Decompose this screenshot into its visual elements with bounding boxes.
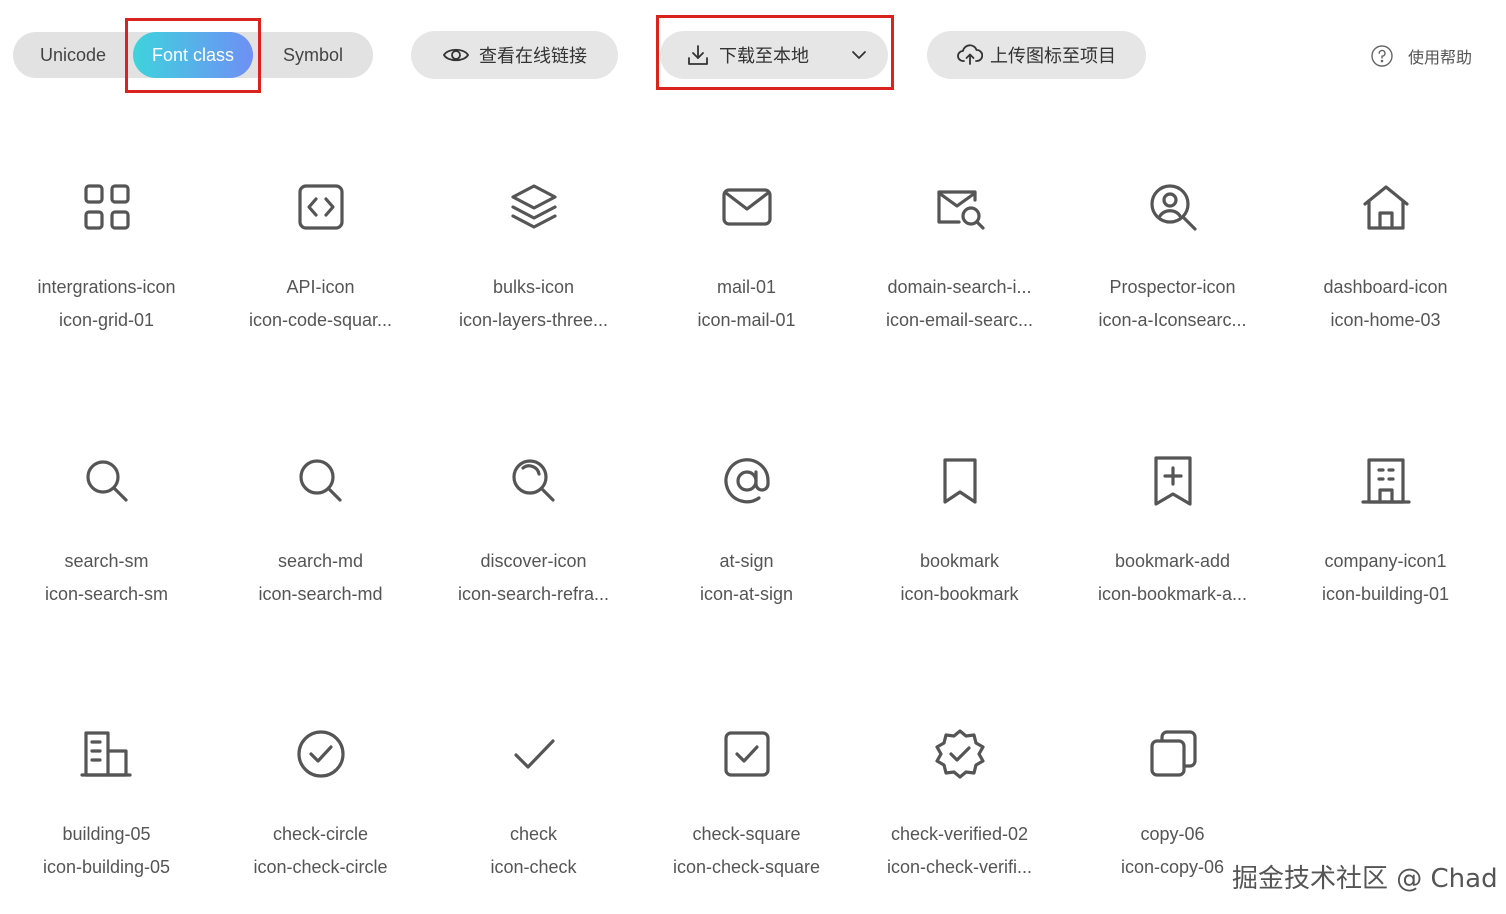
icon-class-name: icon-mail-01 [697, 310, 796, 330]
icon-card[interactable]: domain-search-i... icon-email-searc... [853, 178, 1066, 338]
icon-name: check-circle [272, 824, 369, 844]
help-link[interactable]: 使用帮助 [1370, 44, 1472, 68]
icon-name: check-verified-02 [890, 824, 1029, 844]
icon-name: company-icon1 [1324, 551, 1447, 571]
icon-card[interactable]: discover-icon icon-search-refra... [427, 452, 640, 612]
icon-card[interactable]: Prospector-icon icon-a-Iconsearc... [1066, 178, 1279, 338]
icon-class-name: icon-check-verifi... [886, 857, 1033, 877]
tab-font-class[interactable]: Font class [133, 32, 253, 78]
tab-symbol[interactable]: Symbol [253, 32, 373, 78]
email-search-icon [931, 178, 989, 236]
icon-card[interactable]: API-icon icon-code-squar... [214, 178, 427, 338]
icon-card[interactable]: bookmark icon-bookmark [853, 452, 1066, 612]
icon-name: API-icon [286, 277, 355, 297]
icon-name: search-md [277, 551, 364, 571]
layers-icon [505, 178, 563, 236]
icon-name: intergrations-icon [37, 277, 176, 297]
icon-name: copy-06 [1140, 824, 1205, 844]
check-circle-icon [292, 725, 350, 783]
view-online-link-button[interactable]: 查看在线链接 [411, 31, 618, 79]
download-local-button[interactable]: 下载至本地 [660, 31, 888, 79]
icon-card[interactable]: intergrations-icon icon-grid-01 [0, 178, 213, 338]
icon-class-name: icon-building-05 [42, 857, 171, 877]
building-01-icon [1357, 452, 1415, 510]
check-square-icon [718, 725, 776, 783]
icon-class-name: icon-check [490, 857, 577, 877]
icon-card[interactable]: check-square icon-check-square [640, 725, 853, 885]
question-circle-icon [1370, 44, 1394, 68]
check-icon [505, 725, 563, 783]
icon-class-name: icon-at-sign [699, 584, 794, 604]
icon-card[interactable]: bookmark-add icon-bookmark-a... [1066, 452, 1279, 612]
check-verified-icon [931, 725, 989, 783]
search-md-icon [292, 452, 350, 510]
bookmark-icon [931, 452, 989, 510]
icon-class-name: icon-email-searc... [885, 310, 1034, 330]
icon-name: discover-icon [480, 551, 587, 571]
icon-class-name: icon-a-Iconsearc... [1098, 310, 1247, 330]
icon-card[interactable]: building-05 icon-building-05 [0, 725, 213, 885]
eye-icon [442, 44, 470, 66]
icon-class-name: icon-grid-01 [58, 310, 155, 330]
upload-to-project-button[interactable]: 上传图标至项目 [927, 31, 1146, 79]
icon-card[interactable]: company-icon1 icon-building-01 [1279, 452, 1492, 612]
grid-icon [78, 178, 136, 236]
icon-class-name: icon-code-squar... [248, 310, 393, 330]
icon-class-name: icon-check-circle [253, 857, 388, 877]
icon-name: bulks-icon [492, 277, 575, 297]
icon-name: building-05 [62, 824, 151, 844]
upload-to-project-label: 上传图标至项目 [990, 46, 1116, 66]
search-refraction-icon [505, 452, 563, 510]
cloud-upload-icon [957, 44, 983, 66]
help-label: 使用帮助 [1408, 50, 1473, 67]
icon-class-name: icon-building-01 [1321, 584, 1450, 604]
icon-class-name: icon-home-03 [1330, 310, 1441, 330]
at-sign-icon [718, 452, 776, 510]
icon-name: mail-01 [716, 277, 777, 297]
icon-card[interactable]: search-md icon-search-md [214, 452, 427, 612]
icon-class-name: icon-check-square [672, 857, 821, 877]
copy-icon [1144, 725, 1202, 783]
icon-card[interactable]: search-sm icon-search-sm [0, 452, 213, 612]
icon-name: search-sm [64, 551, 149, 571]
icon-card[interactable]: at-sign icon-at-sign [640, 452, 853, 612]
icon-class-name: icon-bookmark [900, 584, 1019, 604]
view-online-link-label: 查看在线链接 [479, 46, 587, 66]
download-icon [686, 43, 710, 67]
icon-class-name: icon-search-refra... [457, 584, 610, 604]
icon-card[interactable]: dashboard-icon icon-home-03 [1279, 178, 1492, 338]
icon-class-name: icon-layers-three... [458, 310, 609, 330]
icon-card[interactable]: check-verified-02 icon-check-verifi... [853, 725, 1066, 885]
mail-icon [718, 178, 776, 236]
watermark: 掘金技术社区 @ Chad [1232, 864, 1498, 894]
icon-name: Prospector-icon [1109, 277, 1236, 297]
building-05-icon [78, 725, 136, 783]
icon-name: check-square [692, 824, 801, 844]
icon-name: bookmark-add [1114, 551, 1231, 571]
icon-card[interactable]: mail-01 icon-mail-01 [640, 178, 853, 338]
download-local-label: 下载至本地 [719, 46, 809, 66]
code-square-icon [292, 178, 350, 236]
icon-class-name: icon-search-sm [44, 584, 169, 604]
icon-card[interactable]: check icon-check [427, 725, 640, 885]
icon-name: domain-search-i... [887, 277, 1032, 297]
icon-name: at-sign [719, 551, 774, 571]
icon-class-name: icon-bookmark-a... [1097, 584, 1248, 604]
tab-unicode[interactable]: Unicode [13, 32, 133, 78]
icon-card[interactable]: bulks-icon icon-layers-three... [427, 178, 640, 338]
icon-name: check [509, 824, 558, 844]
icon-name: dashboard-icon [1323, 277, 1448, 297]
chevron-down-icon [851, 47, 867, 63]
bookmark-add-icon [1144, 452, 1202, 510]
tab-switcher: Unicode Font class Symbol [13, 32, 373, 78]
user-search-icon [1144, 178, 1202, 236]
icon-class-name: icon-search-md [258, 584, 383, 604]
home-icon [1357, 178, 1415, 236]
icon-card[interactable]: check-circle icon-check-circle [214, 725, 427, 885]
search-sm-icon [78, 452, 136, 510]
icon-name: bookmark [919, 551, 1000, 571]
